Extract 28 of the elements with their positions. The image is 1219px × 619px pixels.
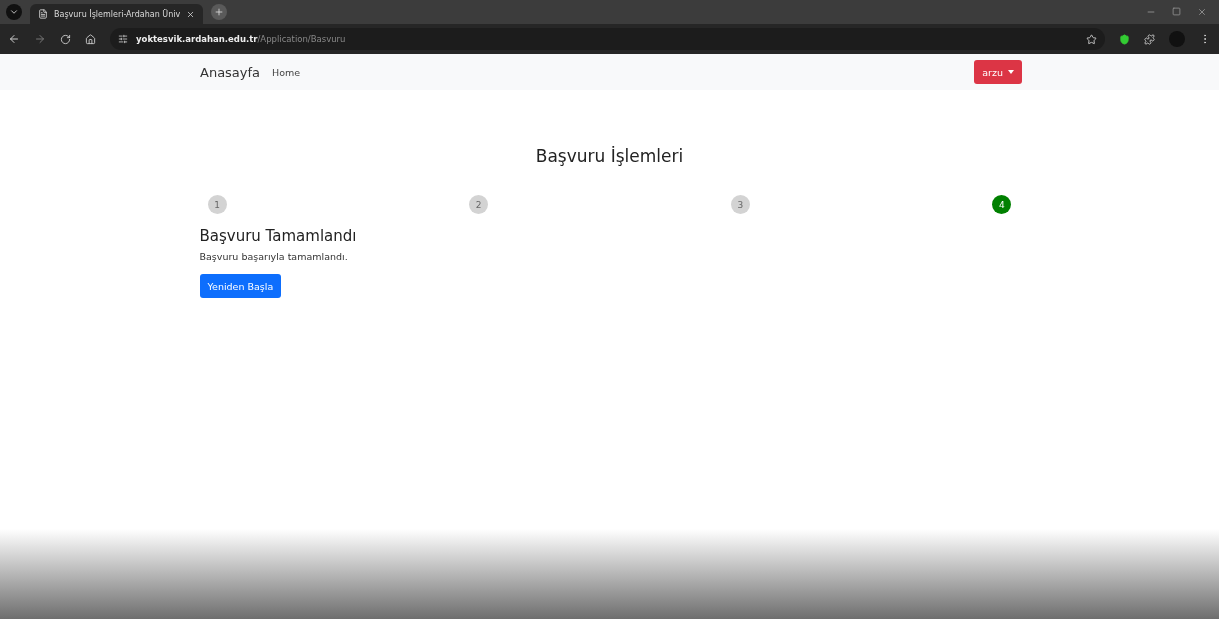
- page-icon: [38, 9, 48, 19]
- result-heading: Başvuru Tamamlandı: [199, 227, 357, 245]
- reload-icon[interactable]: [60, 33, 71, 45]
- restart-button[interactable]: Yeniden Başla: [199, 274, 282, 298]
- step-indicator: 4: [992, 195, 1012, 214]
- step-indicator: 2: [469, 195, 489, 214]
- new-tab-button[interactable]: [211, 4, 228, 20]
- back-icon[interactable]: [8, 33, 20, 45]
- plus-icon: [214, 7, 225, 17]
- star-icon[interactable]: [1086, 33, 1097, 45]
- close-icon[interactable]: [1197, 7, 1207, 17]
- chevron-down-icon: [9, 7, 19, 17]
- page-title: Başvuru İşlemleri: [535, 146, 684, 166]
- step-indicator: 1: [207, 195, 227, 214]
- caret-icon: [1008, 70, 1014, 74]
- step-indicator: 3: [730, 195, 750, 214]
- nav-link[interactable]: Home: [272, 66, 301, 78]
- home-icon[interactable]: [85, 33, 96, 45]
- site-settings-icon[interactable]: [118, 34, 128, 44]
- tab-list-button[interactable]: [6, 4, 22, 20]
- brand-link[interactable]: Anasayfa: [200, 64, 261, 80]
- browser-tab[interactable]: Başvuru İşlemleri-Ardahan Üniv: [30, 4, 204, 24]
- address-bar[interactable]: yoktesvik.ardahan.edu.tr/Application/Basvuru: [110, 28, 1105, 50]
- extensions-icon[interactable]: [1144, 33, 1155, 45]
- shield-icon[interactable]: [1119, 33, 1130, 45]
- user-menu-button[interactable]: arzu: [974, 60, 1022, 84]
- result-message: Başvuru başarıyla tamamlandı.: [199, 251, 348, 262]
- close-icon[interactable]: [186, 9, 196, 19]
